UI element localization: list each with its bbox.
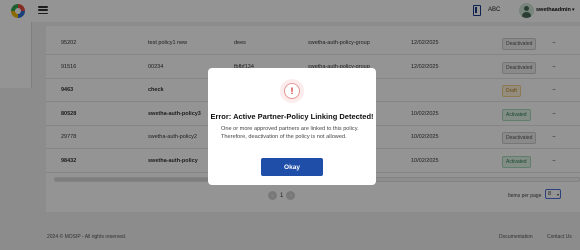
error-dialog: ! Error: Active Partner-Policy Linking D… <box>208 68 376 185</box>
dialog-message: One or more approved partners are linked… <box>221 126 359 140</box>
warning-icon: ! <box>280 79 304 103</box>
exclamation-icon: ! <box>284 83 300 99</box>
okay-button[interactable]: Okay <box>261 158 323 176</box>
dialog-title: Error: Active Partner-Policy Linking Det… <box>210 112 374 121</box>
